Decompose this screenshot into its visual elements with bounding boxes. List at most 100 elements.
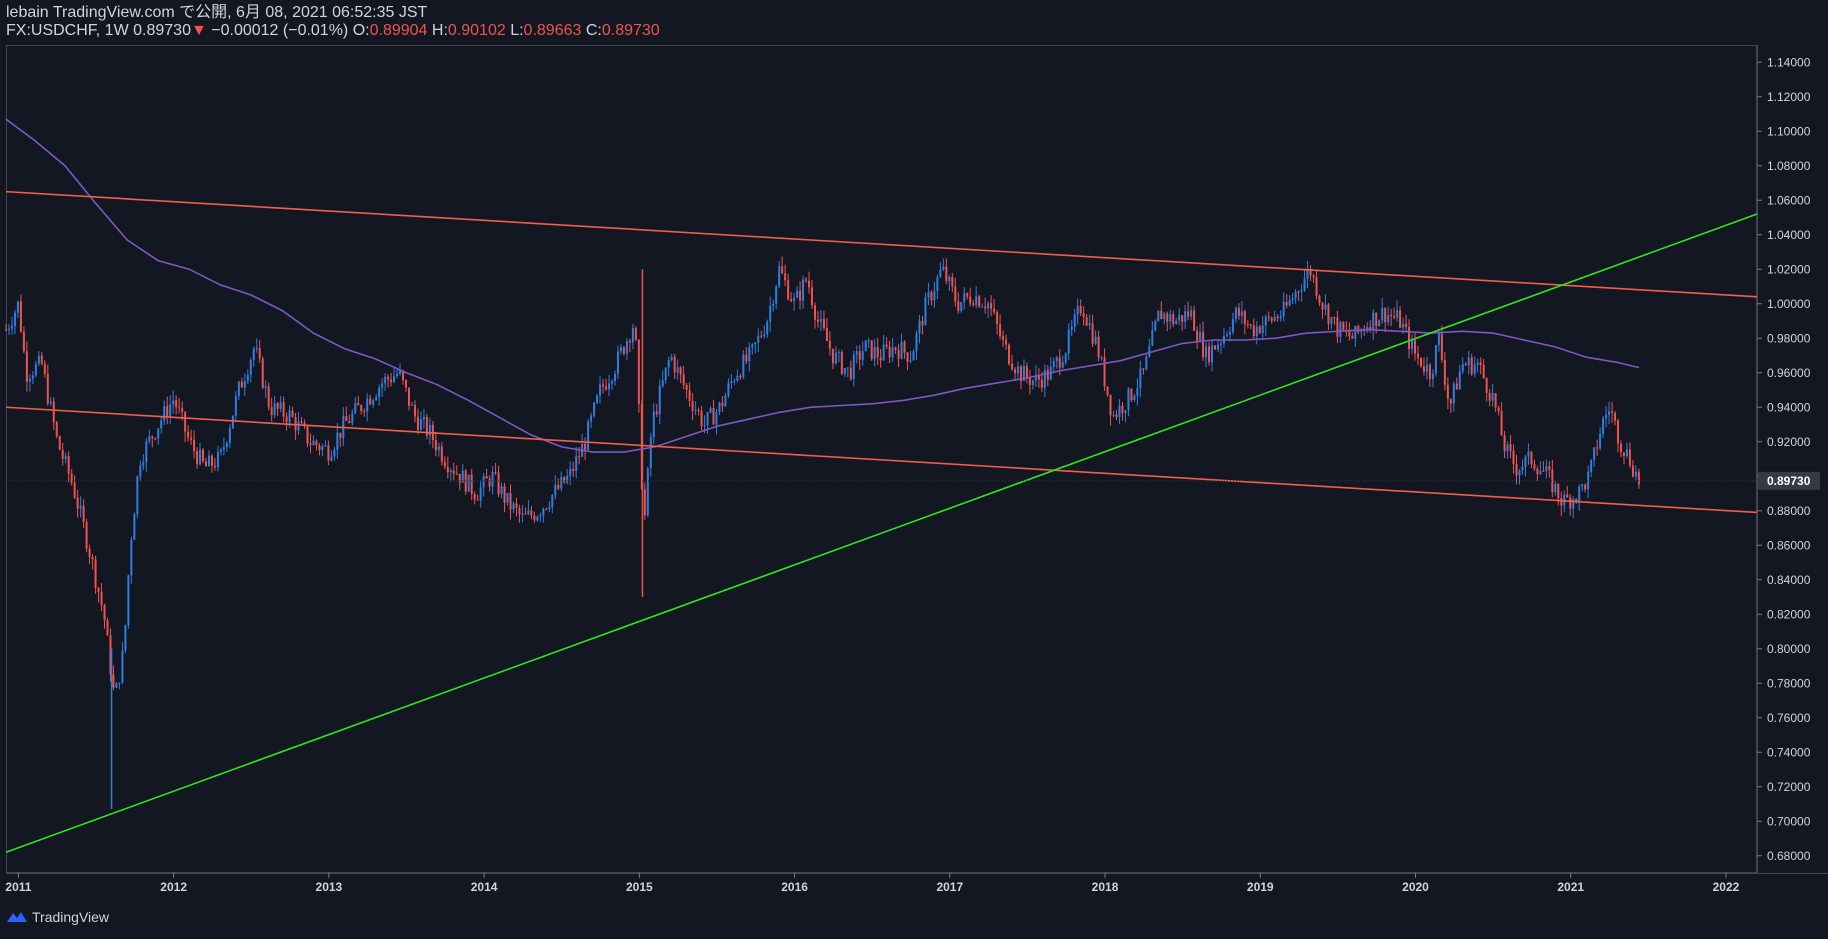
candle-body (345, 416, 348, 421)
candle-body (802, 279, 805, 301)
candle-body (231, 415, 234, 429)
candle-body (837, 352, 840, 354)
y-tick-label: 0.84000 (1767, 573, 1811, 587)
candle-body (219, 449, 222, 452)
candle-body (136, 476, 139, 515)
candle-body (996, 312, 999, 325)
candle-body (133, 514, 136, 540)
candle-body (1485, 378, 1488, 393)
candle-body (1196, 330, 1199, 341)
candle-body (416, 416, 419, 430)
candle-body (1524, 456, 1527, 467)
y-tick-label: 0.68000 (1767, 849, 1811, 863)
candle-body (813, 305, 816, 320)
candle-body (515, 503, 518, 508)
candle-body (1619, 443, 1622, 453)
candle-body (1372, 312, 1375, 331)
candle-body (1282, 301, 1285, 317)
candle-body (781, 266, 784, 274)
candle-body (360, 405, 363, 412)
candle-body (975, 296, 978, 306)
candle-body (49, 401, 52, 404)
x-tick-label: 2013 (316, 880, 343, 894)
candle-body (963, 293, 966, 303)
candle-body (1231, 319, 1234, 333)
candle-body (1464, 364, 1467, 366)
candle-body (969, 296, 972, 304)
y-tick-label: 1.02000 (1767, 262, 1811, 276)
candle-body (357, 403, 360, 406)
candle-body (196, 451, 199, 465)
candle-body (88, 548, 91, 557)
candle-body (509, 492, 512, 510)
candle-body (28, 378, 31, 382)
price-axis[interactable]: 1.14000 1.12000 1.10000 1.08000 1.06000 1.040… (1757, 55, 1811, 863)
candle-body (539, 515, 542, 517)
candle-body (234, 396, 237, 416)
y-tick-label: 0.94000 (1767, 400, 1811, 414)
candle-body (1497, 407, 1500, 412)
candle-body (575, 456, 578, 472)
candle-body (936, 276, 939, 292)
candle-body (103, 605, 106, 621)
candle-body (279, 402, 282, 409)
candle-body (1387, 314, 1390, 323)
candle-body (318, 445, 321, 450)
trendline-red-1[interactable] (5, 406, 1758, 514)
candle-body (410, 404, 413, 406)
candle-body (1178, 315, 1181, 321)
candle-body (918, 320, 921, 334)
candle-body (470, 474, 473, 494)
candle-body (1297, 291, 1300, 293)
candle-body (351, 413, 354, 423)
candle-body (1637, 471, 1640, 485)
candle-body (31, 375, 34, 379)
candle-body (1530, 451, 1533, 465)
candle-body (608, 383, 611, 390)
candle-body (1040, 379, 1043, 388)
x-tick-label: 2015 (626, 880, 653, 894)
candlestick-series (5, 256, 1640, 810)
candle-body (1151, 330, 1154, 346)
trendline-red-0[interactable] (5, 190, 1758, 298)
candle-body (924, 297, 927, 326)
candle-body (178, 407, 181, 409)
trendline-green[interactable] (5, 213, 1758, 854)
candle-body (25, 351, 28, 382)
price-chart[interactable]: 1.14000 1.12000 1.10000 1.08000 1.06000 1.040… (0, 0, 1828, 939)
candle-body (476, 499, 479, 501)
candle-body (1581, 484, 1584, 487)
candle-body (855, 351, 858, 355)
candle-body (882, 344, 885, 361)
candle-body (252, 348, 255, 361)
candle-body (1046, 369, 1049, 380)
candle-body (1055, 357, 1058, 362)
candle-body (870, 340, 873, 360)
brand-label[interactable]: TradingView (32, 909, 109, 925)
current-price-badge-label: 0.89730 (1767, 474, 1811, 488)
time-axis[interactable]: 2011 2012 2013 2014 2015 2016 2017 2018 2019 2020… (5, 873, 1740, 894)
candle-body (491, 472, 494, 487)
candle-body (757, 335, 760, 343)
candle-body (1536, 468, 1539, 475)
candle-body (145, 441, 148, 463)
candle-body (1136, 388, 1139, 396)
candle-body (957, 301, 960, 311)
candle-body (1193, 310, 1196, 331)
tradingview-logo-icon[interactable] (6, 910, 28, 924)
candle-body (512, 503, 515, 510)
candle-body (1073, 314, 1076, 327)
candle-body (1115, 414, 1118, 418)
candle-body (1611, 411, 1614, 413)
candle-body (1458, 371, 1461, 390)
candle-body (288, 410, 291, 423)
candle-body (625, 341, 628, 354)
candle-body (557, 484, 560, 489)
candle-body (58, 436, 61, 450)
candle-body (309, 443, 312, 446)
candle-body (1219, 343, 1222, 345)
candle-body (482, 476, 485, 488)
candle-body (1381, 307, 1384, 321)
candle-body (243, 381, 246, 388)
y-tick-label: 1.04000 (1767, 228, 1811, 242)
